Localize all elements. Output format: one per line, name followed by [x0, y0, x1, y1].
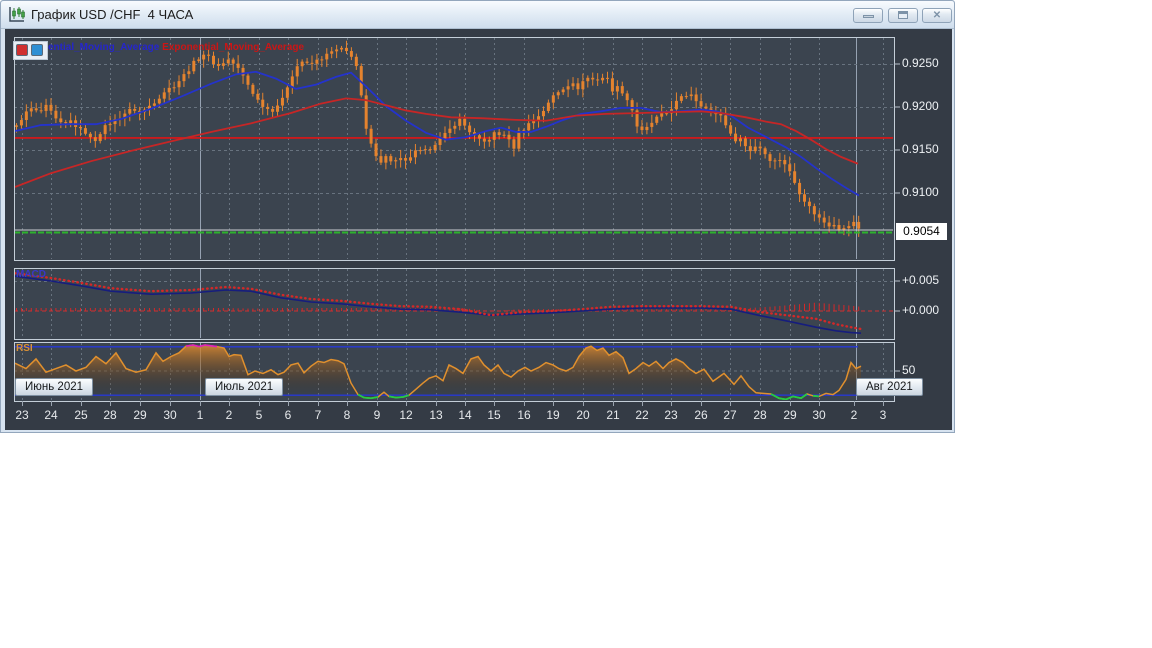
chart-window[interactable]: График USD /CHF 4 ЧАСА ✕ ential_Moving_A… — [0, 0, 955, 433]
window-title: График USD /CHF 4 ЧАСА — [31, 7, 194, 22]
price-chart-panel[interactable] — [14, 37, 895, 261]
macd-panel[interactable] — [14, 268, 895, 340]
chart-client-area — [5, 29, 952, 430]
maximize-icon — [898, 11, 908, 19]
maximize-button[interactable] — [888, 8, 918, 23]
minimize-button[interactable] — [853, 8, 883, 23]
close-button[interactable]: ✕ — [922, 8, 952, 23]
rsi-panel[interactable] — [14, 342, 895, 402]
minimize-icon — [862, 15, 874, 18]
close-icon: ✕ — [932, 10, 942, 21]
candlestick-chart-icon — [9, 7, 25, 22]
page-background: График USD /CHF 4 ЧАСА ✕ ential_Moving_A… — [0, 0, 1152, 648]
window-titlebar[interactable]: График USD /CHF 4 ЧАСА ✕ — [1, 1, 954, 29]
